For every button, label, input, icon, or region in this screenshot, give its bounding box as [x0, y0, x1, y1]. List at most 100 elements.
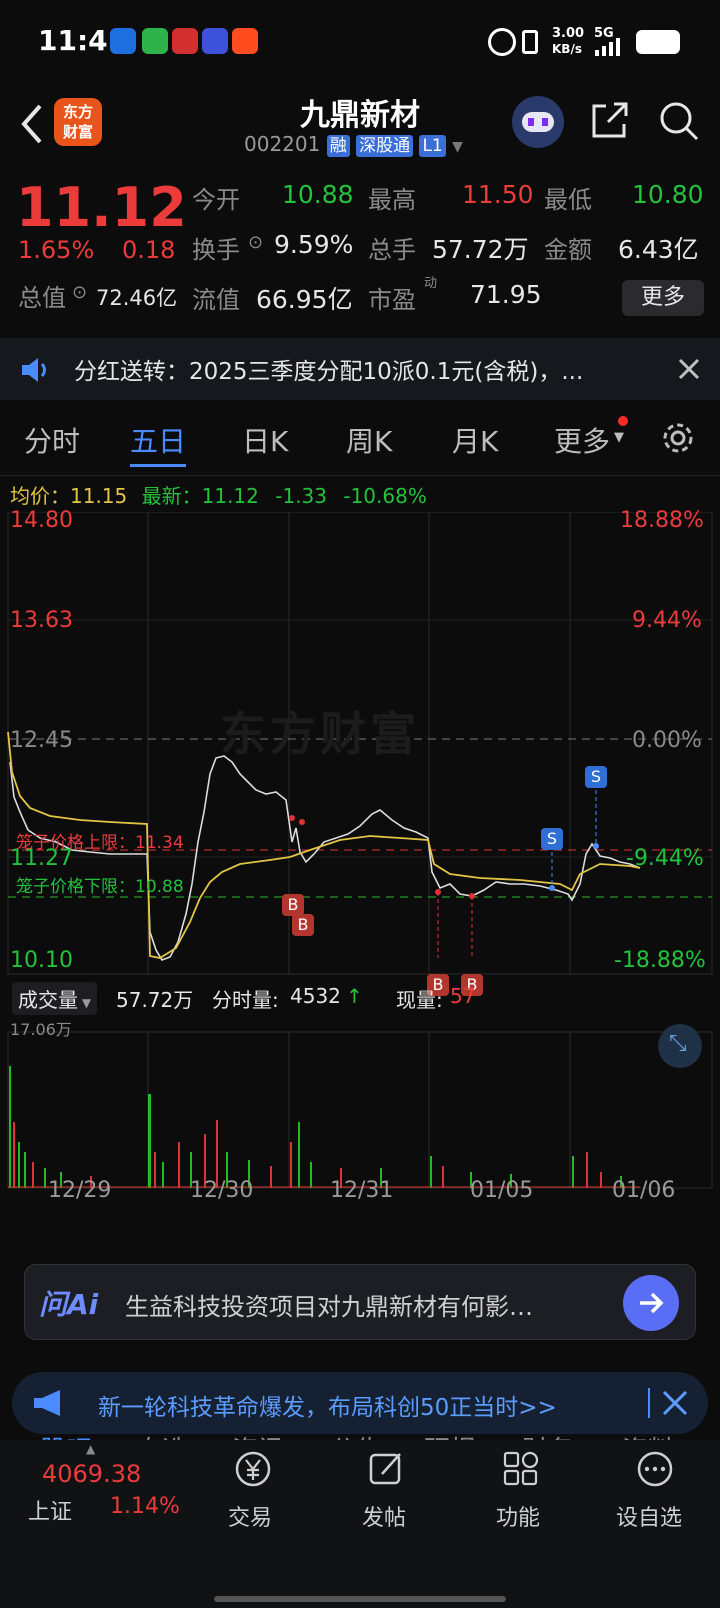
- float-value: 66.95亿: [256, 285, 353, 314]
- promo-divider: [648, 1388, 650, 1418]
- tab-indicator: [130, 464, 186, 467]
- sell-marker[interactable]: S: [585, 766, 607, 788]
- buy-marker[interactable]: B: [292, 914, 314, 936]
- pe-value: 71.95: [470, 280, 542, 309]
- share-icon[interactable]: [590, 100, 630, 140]
- date-0: 12/29: [48, 1178, 112, 1203]
- settings-gear-icon[interactable]: [660, 420, 696, 456]
- dividend-notice[interactable]: 分红送转：2025三季度分配10派0.1元(含税)，...: [0, 338, 720, 400]
- volume-bars: [8, 1066, 640, 1188]
- index-pct[interactable]: 1.14%: [110, 1494, 180, 1519]
- open-label: 今开: [192, 186, 240, 214]
- nav-bar: 东方 财富 九鼎新材 002201 融 深股通 L1 ▼: [0, 86, 720, 166]
- search-icon[interactable]: [658, 100, 700, 142]
- now-volume-value: 57: [450, 984, 476, 1008]
- index-name[interactable]: 上证: [28, 1494, 72, 1526]
- notice-text: 分红送转：2025三季度分配10派0.1元(含税)，...: [74, 359, 584, 385]
- volume-label: 总手: [368, 236, 416, 264]
- more-button[interactable]: 更多: [622, 280, 704, 316]
- volume-total: 57.72万: [116, 988, 194, 1012]
- info-icon[interactable]: ⊙: [72, 282, 87, 303]
- vibrate-icon: [522, 30, 538, 54]
- index-value[interactable]: 4069.38: [42, 1460, 141, 1488]
- turnover-label: 换手: [192, 236, 240, 264]
- now-volume-label: 现量:: [396, 988, 443, 1012]
- tick-volume-value: 4532: [290, 984, 341, 1008]
- latest-value: 11.12: [201, 484, 259, 508]
- latest-label: 最新：: [141, 484, 202, 508]
- upper-limit-label: 笼子价格上限：11.34: [16, 833, 184, 853]
- avg-label: 均价：: [10, 484, 70, 508]
- mktcap-value: 72.46亿: [96, 286, 178, 310]
- trade-button[interactable]: 交易: [226, 1450, 280, 1540]
- ai-question-bar[interactable]: 问Ai 生益科技投资项目对九鼎新材有何影…: [24, 1264, 696, 1340]
- tab-weekly-k[interactable]: 周K: [346, 420, 392, 460]
- up-arrow-icon: ↑: [346, 984, 363, 1008]
- battery-icon: [636, 30, 680, 54]
- watermark: 东方财富: [220, 707, 420, 761]
- tab-more[interactable]: 更多: [554, 420, 610, 460]
- y-left-1: 13.63: [10, 608, 73, 633]
- y-right-0: 18.88%: [620, 508, 704, 533]
- trade-label: 交易: [228, 1506, 273, 1531]
- net-speed: 3.00: [552, 26, 585, 41]
- avg-value: 11.15: [70, 484, 128, 508]
- more-dots-icon: [637, 1451, 673, 1487]
- five-day-chart: 均价：11.15 最新：11.12 -1.33 -10.68% 东方财富 14.…: [0, 478, 720, 1238]
- red-dot-badge: [618, 416, 628, 426]
- date-3: 01/05: [470, 1178, 534, 1203]
- turnover-value: 9.59%: [274, 230, 354, 259]
- app-icon-5: [232, 28, 258, 54]
- date-1: 12/30: [190, 1178, 254, 1203]
- last-price: 11.12: [16, 176, 187, 239]
- period-tabs: 分时 五日 日K 周K 月K 更多 ▼: [0, 406, 720, 476]
- speaker-icon: [22, 358, 46, 382]
- dropdown-icon[interactable]: ▼: [452, 139, 463, 155]
- chevron-down-icon: ▼: [614, 430, 624, 445]
- post-label: 发帖: [362, 1506, 407, 1531]
- change-pct: 1.65%: [18, 236, 95, 264]
- date-2: 12/31: [330, 1178, 394, 1203]
- stock-code: 002201: [244, 132, 321, 156]
- y-right-2: 0.00%: [632, 728, 702, 753]
- y-right-4: -18.88%: [614, 948, 706, 973]
- volume-value: 57.72万: [432, 235, 529, 264]
- badge-level: L1: [419, 135, 446, 157]
- functions-button[interactable]: 功能: [494, 1450, 548, 1540]
- caret-up-icon: ▲: [86, 1442, 96, 1456]
- stock-code-row: 002201 融 深股通 L1 ▼: [244, 132, 463, 157]
- add-watchlist-button[interactable]: 设自选: [616, 1450, 696, 1540]
- amount-value: 6.43亿: [618, 235, 699, 264]
- pe-label: 市盈: [368, 286, 416, 314]
- close-icon[interactable]: [662, 1390, 688, 1416]
- tab-monthly-k[interactable]: 月K: [452, 420, 498, 460]
- grid-icon: [503, 1451, 539, 1486]
- pe-sup: 动: [424, 276, 438, 291]
- promo-text: 新一轮科技革命爆发，布局科创50正当时>>: [98, 1395, 557, 1421]
- app-icon-1: [110, 28, 136, 54]
- buy-marker[interactable]: B: [282, 894, 304, 916]
- ai-logo: 问Ai: [39, 1288, 99, 1321]
- tab-five-day[interactable]: 五日: [130, 420, 186, 460]
- float-label: 流值: [192, 286, 240, 314]
- volume-max: 17.06万: [10, 1020, 72, 1039]
- post-button[interactable]: 发帖: [360, 1450, 414, 1540]
- date-4: 01/06: [612, 1178, 676, 1203]
- expand-icon[interactable]: ⤡: [658, 1024, 702, 1068]
- close-icon[interactable]: [678, 358, 700, 380]
- signal-icon: [595, 38, 620, 56]
- status-bar: 11:41 3.00 KB/s 5G: [0, 0, 720, 86]
- volume-label: 成交量: [18, 988, 78, 1012]
- volume-selector[interactable]: 成交量 ▼: [12, 982, 98, 1015]
- sell-marker[interactable]: S: [541, 828, 563, 850]
- functions-label: 功能: [496, 1506, 541, 1531]
- assistant-robot-icon[interactable]: [512, 96, 564, 148]
- tab-daily-k[interactable]: 日K: [242, 420, 288, 460]
- info-icon-turnover[interactable]: ⊙: [248, 232, 263, 253]
- amount-label: 金额: [544, 236, 592, 264]
- send-arrow-icon[interactable]: [623, 1275, 679, 1331]
- app-icon-2: [142, 28, 168, 54]
- tab-intraday[interactable]: 分时: [24, 420, 80, 460]
- alarm-icon: [488, 28, 516, 56]
- tick-volume-label: 分时量:: [212, 988, 279, 1012]
